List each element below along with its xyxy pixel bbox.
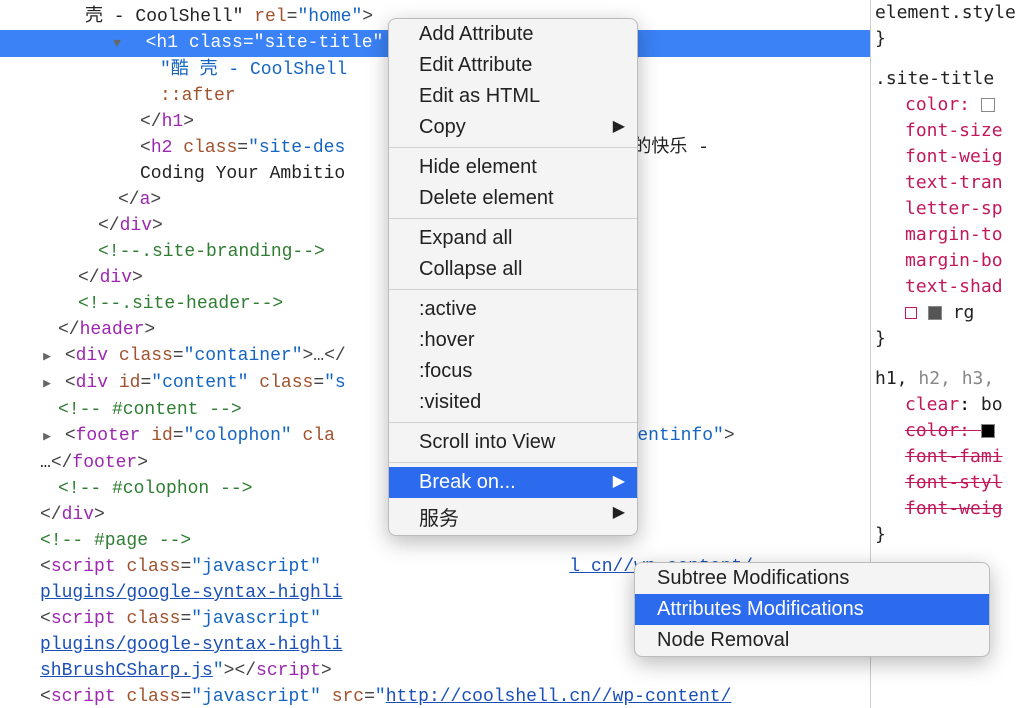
context-menu[interactable]: Add AttributeEdit AttributeEdit as HTMLC… [388, 18, 638, 536]
menu-item-break-on-[interactable]: Break on...▶ [389, 467, 637, 498]
inherit-icon [905, 307, 917, 319]
element-style-selector[interactable]: element.style [875, 0, 1024, 26]
menu-item-edit-as-html[interactable]: Edit as HTML [389, 81, 637, 112]
site-title-selector[interactable]: .site-title [875, 68, 994, 89]
css-prop-font-size[interactable]: font-size [875, 118, 1024, 144]
menu-item-expand-all[interactable]: Expand all [389, 223, 637, 254]
color-swatch[interactable] [981, 424, 995, 438]
menu-item-hide-element[interactable]: Hide element [389, 152, 637, 183]
css-prop-color[interactable]: color: [875, 418, 1024, 444]
dom-tree-line[interactable]: shBrushCSharp.js"></script> [0, 658, 870, 684]
submenu-item-attributes-modifications[interactable]: Attributes Modifications [635, 594, 989, 625]
css-prop-font-styl[interactable]: font-styl [875, 470, 1024, 496]
css-prop-text-tran[interactable]: text-tran [875, 170, 1024, 196]
menu-item--hover[interactable]: :hover [389, 325, 637, 356]
menu-item--focus[interactable]: :focus [389, 356, 637, 387]
menu-item--[interactable]: 服务▶ [389, 498, 637, 535]
css-prop-margin-to[interactable]: margin-to [875, 222, 1024, 248]
css-prop-margin-bo[interactable]: margin-bo [875, 248, 1024, 274]
menu-item-delete-element[interactable]: Delete element [389, 183, 637, 214]
css-prop-letter-sp[interactable]: letter-sp [875, 196, 1024, 222]
menu-item-add-attribute[interactable]: Add Attribute [389, 19, 637, 50]
dom-tree-line[interactable]: <script class="javascript" src="http://c… [0, 684, 870, 708]
submenu-item-node-removal[interactable]: Node Removal [635, 625, 989, 656]
menu-item-scroll-into-view[interactable]: Scroll into View [389, 427, 637, 458]
css-prop-font-weig[interactable]: font-weig [875, 144, 1024, 170]
color-swatch[interactable] [928, 306, 942, 320]
color-swatch[interactable] [981, 98, 995, 112]
css-prop-text-shad[interactable]: text-shad [875, 274, 1024, 300]
chevron-right-icon: ▶ [613, 502, 625, 522]
chevron-right-icon: ▶ [613, 116, 625, 136]
submenu-item-subtree-modifications[interactable]: Subtree Modifications [635, 563, 989, 594]
menu-item-edit-attribute[interactable]: Edit Attribute [389, 50, 637, 81]
break-on-submenu[interactable]: Subtree ModificationsAttributes Modifica… [634, 562, 990, 657]
menu-item-collapse-all[interactable]: Collapse all [389, 254, 637, 285]
css-prop-font-fami[interactable]: font-fami [875, 444, 1024, 470]
css-prop-font-weig[interactable]: font-weig [875, 496, 1024, 522]
chevron-right-icon: ▶ [613, 471, 625, 491]
menu-item-copy[interactable]: Copy▶ [389, 112, 637, 143]
css-prop-color[interactable]: color: [875, 92, 1024, 118]
menu-item--active[interactable]: :active [389, 294, 637, 325]
menu-item--visited[interactable]: :visited [389, 387, 637, 418]
